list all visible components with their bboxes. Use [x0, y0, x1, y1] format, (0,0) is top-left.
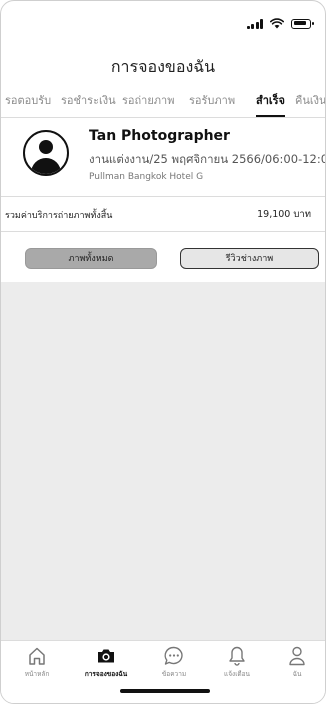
nav-home-label: หน้าหลัก: [24, 670, 50, 678]
total-value: 19,100 บาท: [257, 209, 311, 220]
total-label: รวมค่าบริการถ่ายภาพทั้งสิ้น: [5, 211, 113, 221]
bottom-nav: หน้าหลัก การจองของฉัน ข้อความ แจ้งเตือน …: [1, 640, 325, 703]
chat-icon: [164, 646, 183, 665]
tab-completed[interactable]: สำเร็จ: [256, 91, 286, 117]
status-icons: [246, 18, 314, 29]
cellular-signal-icon: [246, 18, 263, 29]
empty-content-area: [1, 282, 325, 640]
wifi-icon: [270, 18, 284, 29]
battery-icon: [291, 18, 314, 29]
page-title: การจองของฉัน: [110, 57, 216, 76]
nav-notifications[interactable]: แจ้งเตือน: [207, 645, 267, 679]
tab-awaiting-shoot[interactable]: รอถ่ายภาพ: [122, 91, 174, 117]
phone-screen: การจองของฉัน รอตอบรับ รอชำระเงิน รอถ่ายภ…: [0, 0, 326, 704]
camera-icon: [98, 649, 114, 663]
nav-home[interactable]: หน้าหลัก: [7, 645, 67, 679]
nav-my-bookings[interactable]: การจองของฉัน: [76, 645, 136, 679]
booking-status-tabs: รอตอบรับ รอชำระเงิน รอถ่ายภาพ รอรับภาพ ส…: [1, 91, 325, 117]
job-detail: งานแต่งงาน/25 พฤศจิกายน 2566/06:00-12:00…: [89, 152, 326, 166]
nav-messages-label: ข้อความ: [161, 670, 187, 678]
nav-me[interactable]: ฉัน: [267, 645, 325, 679]
bell-icon: [229, 646, 245, 666]
booking-card[interactable]: Tan Photographer งานแต่งงาน/25 พฤศจิกายน…: [1, 118, 325, 196]
nav-my-bookings-label: การจองของฉัน: [84, 670, 128, 678]
tab-awaiting-payment[interactable]: รอชำระเงิน: [61, 91, 116, 117]
tab-awaiting-photos[interactable]: รอรับภาพ: [189, 91, 235, 117]
venue: Pullman Bangkok Hotel G: [89, 172, 204, 182]
home-indicator: [120, 689, 210, 693]
nav-messages[interactable]: ข้อความ: [144, 645, 204, 679]
status-bar: [1, 1, 325, 45]
tab-awaiting-confirmation[interactable]: รอตอบรับ: [5, 91, 51, 117]
all-photos-button[interactable]: ภาพทั้งหมด: [25, 248, 157, 269]
user-avatar-icon: [23, 130, 69, 176]
tab-refund[interactable]: คืนเงิน: [295, 91, 325, 117]
profile-icon: [289, 646, 305, 666]
photographer-name: Tan Photographer: [89, 128, 230, 144]
review-photographer-button[interactable]: รีวิวช่างภาพ: [180, 248, 319, 269]
home-icon: [29, 647, 45, 665]
nav-me-label: ฉัน: [292, 670, 302, 678]
total-row: รวมค่าบริการถ่ายภาพทั้งสิ้น 19,100 บาท: [1, 197, 325, 231]
total-divider: [1, 231, 325, 232]
nav-notifications-label: แจ้งเตือน: [224, 670, 250, 678]
